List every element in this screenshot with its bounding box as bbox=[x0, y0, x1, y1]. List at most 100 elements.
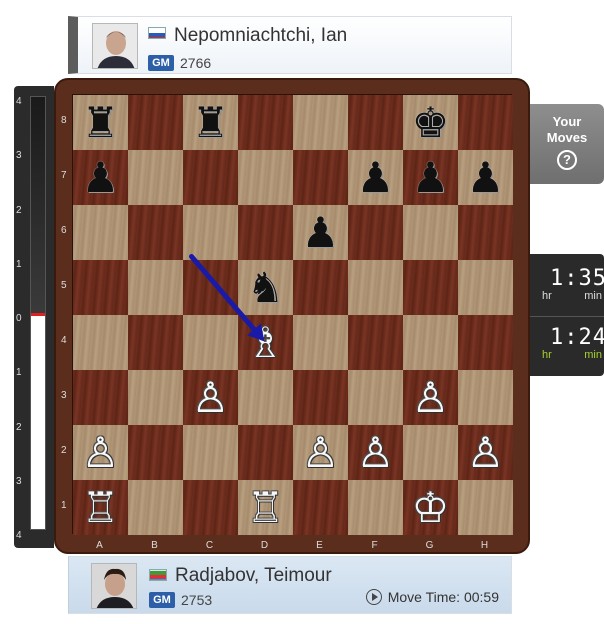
square-e7[interactable] bbox=[293, 150, 348, 205]
square-g3[interactable]: ♙ bbox=[403, 370, 458, 425]
white-piece-a2[interactable]: ♙ bbox=[82, 425, 120, 480]
square-d7[interactable] bbox=[238, 150, 293, 205]
white-piece-c3[interactable]: ♙ bbox=[192, 370, 230, 425]
square-c2[interactable] bbox=[183, 425, 238, 480]
bottom-player-name: Radjabov, Teimour bbox=[175, 565, 332, 586]
white-piece-f2[interactable]: ♙ bbox=[357, 425, 395, 480]
square-f8[interactable] bbox=[348, 95, 403, 150]
white-piece-g3[interactable]: ♙ bbox=[412, 370, 450, 425]
square-d5[interactable]: ♞ bbox=[238, 260, 293, 315]
file-label-h: H bbox=[480, 540, 489, 551]
square-e4[interactable] bbox=[293, 315, 348, 370]
square-h4[interactable] bbox=[458, 315, 513, 370]
square-b8[interactable] bbox=[128, 95, 183, 150]
top-player-avatar bbox=[92, 23, 138, 69]
evaluation-black-fill bbox=[31, 97, 45, 314]
square-d3[interactable] bbox=[238, 370, 293, 425]
white-piece-e2[interactable]: ♙ bbox=[302, 425, 340, 480]
square-c8[interactable]: ♜ bbox=[183, 95, 238, 150]
square-h7[interactable]: ♟ bbox=[458, 150, 513, 205]
bottom-player-avatar bbox=[91, 563, 137, 609]
top-player-panel: Nepomniachtchi, Ian GM 2766 bbox=[68, 16, 512, 74]
white-piece-d4[interactable]: ♗ bbox=[247, 315, 285, 370]
black-piece-g8[interactable]: ♚ bbox=[412, 95, 450, 150]
square-h6[interactable] bbox=[458, 205, 513, 260]
chessboard[interactable]: 8 ♜ ♜ ♚ 7 ♟ ♟ ♟ ♟ 6 ♟ 5 ♞ 4 ♗ 3 ♙ ♙ 2 ♙ ♙ ♙ ♙ 1 ♖ ♖ ♔ bbox=[61, 94, 513, 535]
white-piece-h2[interactable]: ♙ bbox=[467, 425, 505, 480]
square-g5[interactable] bbox=[403, 260, 458, 315]
square-g7[interactable]: ♟ bbox=[403, 150, 458, 205]
square-g8[interactable]: ♚ bbox=[403, 95, 458, 150]
square-e3[interactable] bbox=[293, 370, 348, 425]
square-d1[interactable]: ♖ bbox=[238, 480, 293, 535]
square-h1[interactable] bbox=[458, 480, 513, 535]
square-g2[interactable] bbox=[403, 425, 458, 480]
square-b4[interactable] bbox=[128, 315, 183, 370]
black-piece-a7[interactable]: ♟ bbox=[82, 150, 120, 205]
square-e8[interactable] bbox=[293, 95, 348, 150]
square-c5[interactable] bbox=[183, 260, 238, 315]
rank-label-3: 3 bbox=[61, 390, 67, 401]
square-c3[interactable]: ♙ bbox=[183, 370, 238, 425]
square-d8[interactable] bbox=[238, 95, 293, 150]
white-piece-d1[interactable]: ♖ bbox=[247, 480, 285, 535]
black-piece-g7[interactable]: ♟ bbox=[412, 150, 450, 205]
square-a7[interactable]: 7 ♟ bbox=[61, 150, 128, 205]
square-b3[interactable] bbox=[128, 370, 183, 425]
square-h2[interactable]: ♙ bbox=[458, 425, 513, 480]
square-c4[interactable] bbox=[183, 315, 238, 370]
square-f2[interactable]: ♙ bbox=[348, 425, 403, 480]
square-b1[interactable] bbox=[128, 480, 183, 535]
square-a8[interactable]: 8 ♜ bbox=[61, 95, 128, 150]
square-b2[interactable] bbox=[128, 425, 183, 480]
square-c1[interactable] bbox=[183, 480, 238, 535]
square-f3[interactable] bbox=[348, 370, 403, 425]
white-piece-g1[interactable]: ♔ bbox=[412, 480, 450, 535]
square-a6[interactable]: 6 bbox=[61, 205, 128, 260]
square-a2[interactable]: 2 ♙ bbox=[61, 425, 128, 480]
square-f6[interactable] bbox=[348, 205, 403, 260]
square-d2[interactable] bbox=[238, 425, 293, 480]
square-a5[interactable]: 5 bbox=[61, 260, 128, 315]
rank-label-7: 7 bbox=[61, 170, 67, 181]
square-a1[interactable]: 1 ♖ bbox=[61, 480, 128, 535]
bottom-player-rating: 2753 bbox=[181, 592, 213, 608]
square-c7[interactable] bbox=[183, 150, 238, 205]
square-c6[interactable] bbox=[183, 205, 238, 260]
square-h3[interactable] bbox=[458, 370, 513, 425]
file-label-f: F bbox=[371, 540, 378, 551]
square-f5[interactable] bbox=[348, 260, 403, 315]
square-f1[interactable] bbox=[348, 480, 403, 535]
help-icon[interactable]: ? bbox=[557, 150, 577, 170]
black-piece-a8[interactable]: ♜ bbox=[82, 95, 120, 150]
square-g4[interactable] bbox=[403, 315, 458, 370]
black-piece-h7[interactable]: ♟ bbox=[467, 150, 505, 205]
black-piece-d5[interactable]: ♞ bbox=[247, 260, 285, 315]
square-a4[interactable]: 4 bbox=[61, 315, 128, 370]
square-b7[interactable] bbox=[128, 150, 183, 205]
square-g6[interactable] bbox=[403, 205, 458, 260]
square-f7[interactable]: ♟ bbox=[348, 150, 403, 205]
square-b6[interactable] bbox=[128, 205, 183, 260]
black-piece-e6[interactable]: ♟ bbox=[302, 205, 340, 260]
white-piece-a1[interactable]: ♖ bbox=[82, 480, 120, 535]
square-h8[interactable] bbox=[458, 95, 513, 150]
square-e6[interactable]: ♟ bbox=[293, 205, 348, 260]
square-f4[interactable] bbox=[348, 315, 403, 370]
square-e5[interactable] bbox=[293, 260, 348, 315]
rank-label-5: 5 bbox=[61, 280, 67, 291]
black-piece-f7[interactable]: ♟ bbox=[357, 150, 395, 205]
square-g1[interactable]: ♔ bbox=[403, 480, 458, 535]
eval-tick-black-1: 1 bbox=[16, 258, 22, 270]
black-piece-c8[interactable]: ♜ bbox=[192, 95, 230, 150]
chess-viewer: Nepomniachtchi, Ian GM 2766 432101234 8 ♜… bbox=[0, 0, 604, 624]
square-h5[interactable] bbox=[458, 260, 513, 315]
square-e2[interactable]: ♙ bbox=[293, 425, 348, 480]
square-d4[interactable]: ♗ bbox=[238, 315, 293, 370]
azerbaijan-flag-icon bbox=[149, 569, 167, 581]
your-moves-button[interactable]: Your Moves ? bbox=[530, 104, 604, 184]
square-e1[interactable] bbox=[293, 480, 348, 535]
square-d6[interactable] bbox=[238, 205, 293, 260]
square-b5[interactable] bbox=[128, 260, 183, 315]
square-a3[interactable]: 3 bbox=[61, 370, 128, 425]
